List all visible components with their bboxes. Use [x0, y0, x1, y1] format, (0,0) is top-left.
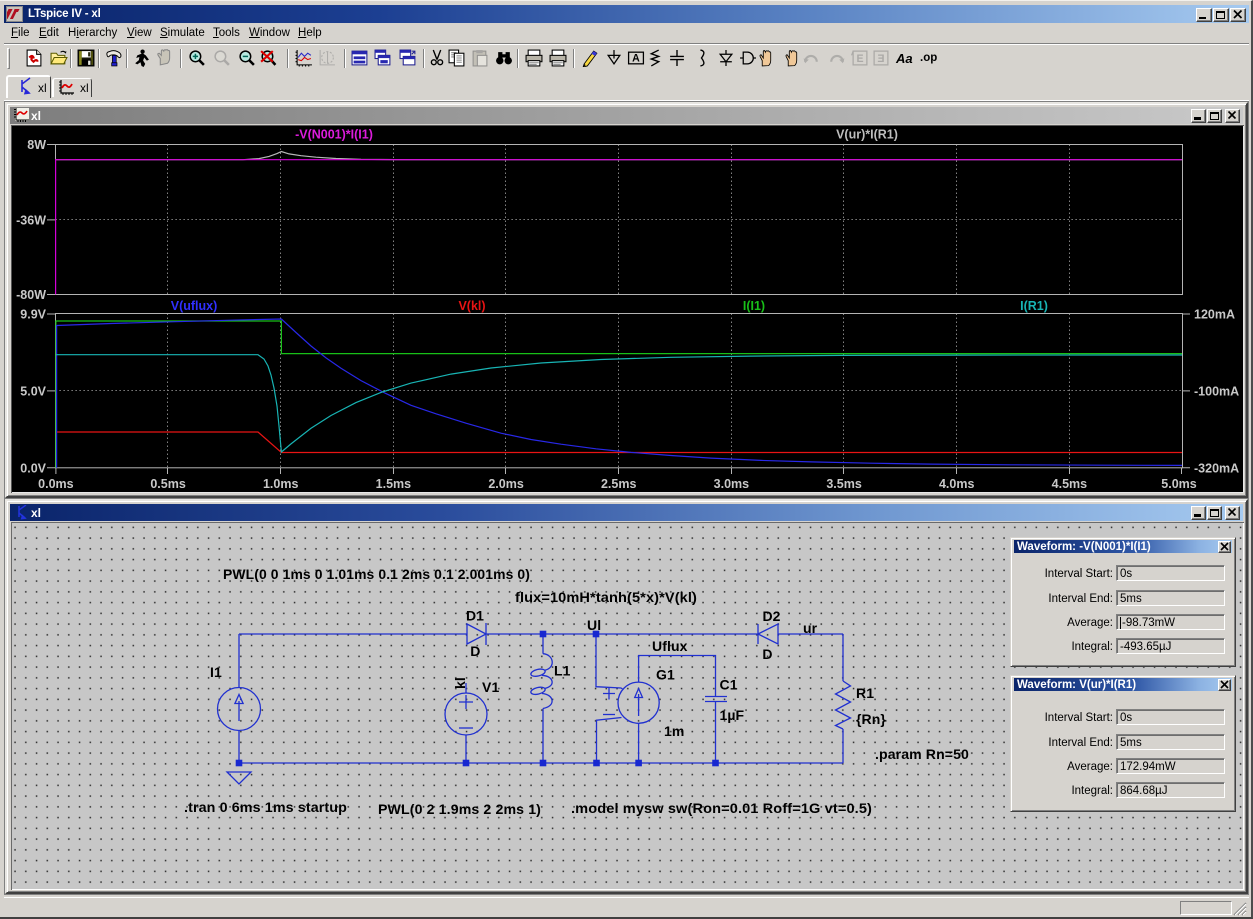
svg-text:0.0V: 0.0V	[20, 461, 46, 475]
svg-text:E: E	[877, 53, 884, 65]
svg-text:4.5ms: 4.5ms	[1052, 477, 1087, 491]
svg-text:D1: D1	[466, 608, 484, 624]
svg-text:-80W: -80W	[16, 288, 46, 302]
svg-text:R1: R1	[856, 685, 874, 701]
svg-text:V(uflux): V(uflux)	[171, 299, 218, 313]
svg-text:I(I1): I(I1)	[743, 299, 765, 313]
svg-text:3.0ms: 3.0ms	[714, 477, 749, 491]
svg-text:.param Rn=50: .param Rn=50	[875, 746, 969, 762]
svg-text:-36W: -36W	[16, 214, 46, 228]
svg-text:-100mA: -100mA	[1194, 384, 1239, 398]
svg-text:{Rn}: {Rn}	[856, 711, 886, 727]
svg-text:I(R1): I(R1)	[1020, 299, 1048, 313]
svg-text:I1: I1	[210, 664, 222, 680]
svg-text:G1: G1	[656, 667, 675, 683]
svg-text:120mA: 120mA	[1194, 308, 1235, 322]
svg-text:.tran 0 6ms 1ms startup: .tran 0 6ms 1ms startup	[184, 799, 347, 815]
svg-text:1m: 1m	[664, 723, 684, 739]
svg-text:2.5ms: 2.5ms	[601, 477, 636, 491]
svg-text:C1: C1	[720, 677, 738, 693]
svg-text:-320mA: -320mA	[1194, 461, 1239, 475]
svg-text:2.0ms: 2.0ms	[488, 477, 523, 491]
svg-text:D: D	[762, 646, 772, 662]
svg-text:0.5ms: 0.5ms	[150, 477, 185, 491]
svg-text:kl: kl	[452, 677, 468, 689]
svg-text:A: A	[632, 53, 640, 65]
svg-text:5.0V: 5.0V	[20, 384, 46, 398]
svg-text:PWL(0 0 1ms 0 1.01ms 0.1 2ms 0: PWL(0 0 1ms 0 1.01ms 0.1 2ms 0.1 2.001ms…	[223, 566, 530, 582]
svg-text:0.0ms: 0.0ms	[38, 477, 73, 491]
svg-text:flux=10mH*tanh(5*x)*V(kl): flux=10mH*tanh(5*x)*V(kl)	[515, 589, 697, 605]
svg-text:L1: L1	[554, 662, 571, 678]
svg-text:Uflux: Uflux	[652, 638, 688, 654]
svg-text:ur: ur	[803, 620, 818, 636]
svg-text:3.5ms: 3.5ms	[826, 477, 861, 491]
svg-text:1µF: 1µF	[720, 707, 745, 723]
svg-text:9.9V: 9.9V	[20, 308, 46, 322]
svg-text:D2: D2	[762, 608, 780, 624]
svg-text:.model mysw sw(Ron=0.01 Roff=1: .model mysw sw(Ron=0.01 Roff=1G vt=0.5)	[571, 800, 872, 816]
svg-text:8W: 8W	[27, 138, 46, 152]
svg-text:5.0ms: 5.0ms	[1161, 477, 1196, 491]
svg-text:1.5ms: 1.5ms	[376, 477, 411, 491]
svg-text:-V(N001)*I(I1): -V(N001)*I(I1)	[295, 128, 373, 142]
svg-text:D: D	[470, 643, 480, 659]
svg-text:4.0ms: 4.0ms	[939, 477, 974, 491]
svg-text:Ul: Ul	[587, 617, 601, 633]
svg-text:V1: V1	[482, 679, 499, 695]
svg-text:V(kl): V(kl)	[458, 299, 485, 313]
svg-text:1.0ms: 1.0ms	[263, 477, 298, 491]
svg-text:PWL(0 2 1.9ms 2 2ms 1): PWL(0 2 1.9ms 2 2ms 1)	[378, 801, 541, 817]
svg-text:V(ur)*I(R1): V(ur)*I(R1)	[836, 128, 898, 142]
svg-text:E: E	[856, 53, 863, 65]
